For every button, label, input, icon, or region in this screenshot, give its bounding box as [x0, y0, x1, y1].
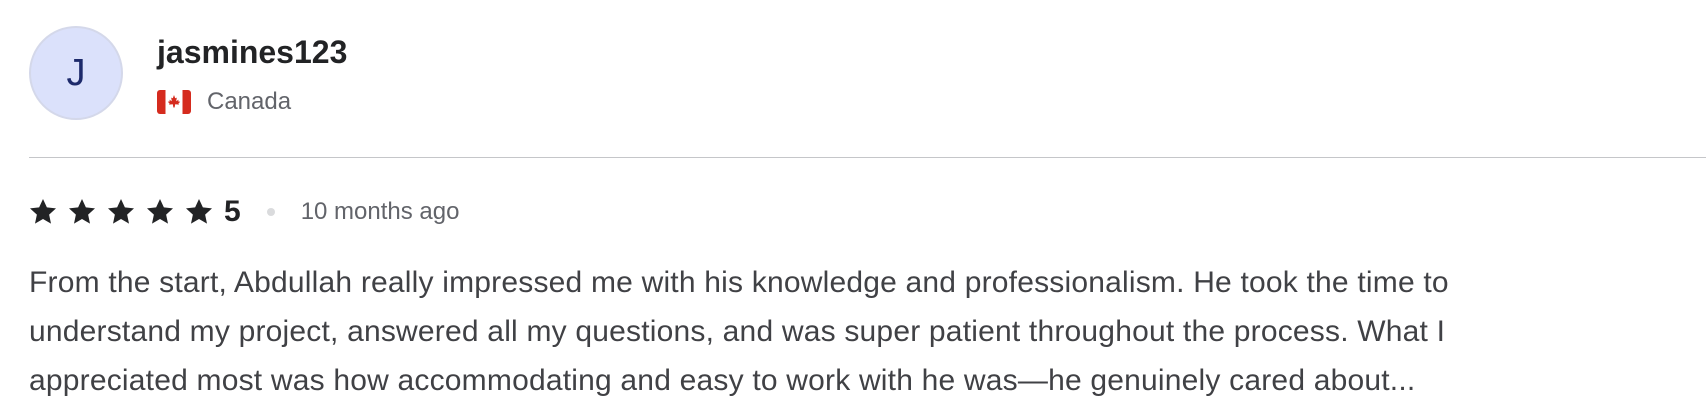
review-text-line: understand my project, answered all my q…	[29, 315, 1446, 348]
star-icon	[108, 199, 134, 224]
rating-row: 5 10 months ago	[28, 192, 459, 232]
rating-value: 5	[224, 195, 241, 228]
star-rating	[28, 197, 223, 227]
star-icon	[69, 199, 95, 224]
review-time: 10 months ago	[300, 198, 460, 225]
review-card: J jasmines123 Canada 5 10 months ago Fro…	[0, 0, 1706, 414]
canada-flag-icon	[157, 90, 191, 114]
reviewer-country: Canada	[207, 88, 292, 115]
star-icon	[147, 199, 173, 224]
divider	[29, 157, 1706, 158]
reviewer-username[interactable]: jasmines123	[157, 30, 347, 74]
star-icon	[30, 199, 56, 224]
reviewer-country-row: Canada	[157, 88, 347, 116]
review-text: From the start, Abdullah really impresse…	[29, 258, 1689, 405]
star-icon	[186, 199, 212, 224]
separator-dot	[266, 208, 275, 216]
avatar-initial: J	[66, 51, 86, 94]
avatar[interactable]: J	[29, 26, 123, 120]
review-text-line: appreciated most was how accommodating a…	[29, 364, 1416, 397]
review-text-line: From the start, Abdullah really impresse…	[29, 266, 1449, 299]
reviewer-info: jasmines123 Canada	[157, 26, 347, 116]
reviewer-header: J jasmines123 Canada	[29, 26, 347, 120]
